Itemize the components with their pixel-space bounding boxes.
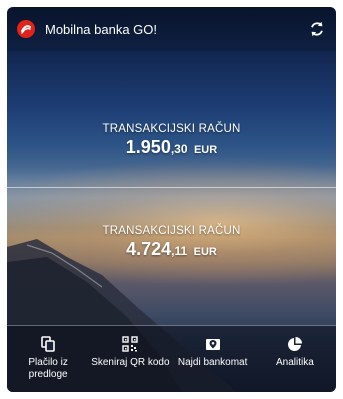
balance-integer: 1.950 xyxy=(125,137,171,157)
balance-currency: EUR xyxy=(193,246,217,258)
refresh-icon[interactable] xyxy=(308,20,326,38)
template-payment-button[interactable]: Plačilo iz predloge xyxy=(7,326,89,392)
analytics-button[interactable]: Analitika xyxy=(254,326,336,392)
pie-chart-icon xyxy=(287,337,302,351)
account-balance: 4.724,11 EUR xyxy=(7,239,336,260)
account-card[interactable]: TRANSAKCIJSKI RAČUN 4.724,11 EUR xyxy=(7,225,336,260)
copy-template-icon xyxy=(41,336,55,352)
account-card[interactable]: TRANSAKCIJSKI RAČUN 1.950,30 EUR xyxy=(7,123,336,158)
qr-code-icon xyxy=(122,336,139,352)
app-header: Mobilna banka GO! xyxy=(7,7,336,51)
scan-qr-button[interactable]: Skeniraj QR kodo xyxy=(89,326,171,392)
account-label: TRANSAKCIJSKI RAČUN xyxy=(102,225,241,237)
account-balance: 1.950,30 EUR xyxy=(7,137,336,158)
app-screen: Mobilna banka GO! TRANSAKCIJSKI RAČUN 1.… xyxy=(7,7,336,392)
action-label: Najdi bankomat xyxy=(177,357,248,368)
action-label: Skeniraj QR kodo xyxy=(91,357,170,368)
account-label: TRANSAKCIJSKI RAČUN xyxy=(102,123,241,135)
balance-integer: 4.724 xyxy=(126,239,172,259)
action-label: Plačilo iz predloge xyxy=(28,357,68,380)
balance-decimal: ,30 xyxy=(170,142,188,156)
quick-actions-bar: Plačilo iz predloge Skeniraj QR kodo Naj… xyxy=(7,325,336,392)
find-atm-button[interactable]: Najdi bankomat xyxy=(172,326,254,392)
map-pin-icon xyxy=(205,339,220,350)
bank-logo-icon xyxy=(17,20,35,38)
account-divider xyxy=(7,187,336,188)
balance-decimal: ,11 xyxy=(171,244,188,258)
action-label: Analitika xyxy=(275,357,314,368)
balance-currency: EUR xyxy=(193,144,218,156)
app-title: Mobilna banka GO! xyxy=(45,21,158,37)
